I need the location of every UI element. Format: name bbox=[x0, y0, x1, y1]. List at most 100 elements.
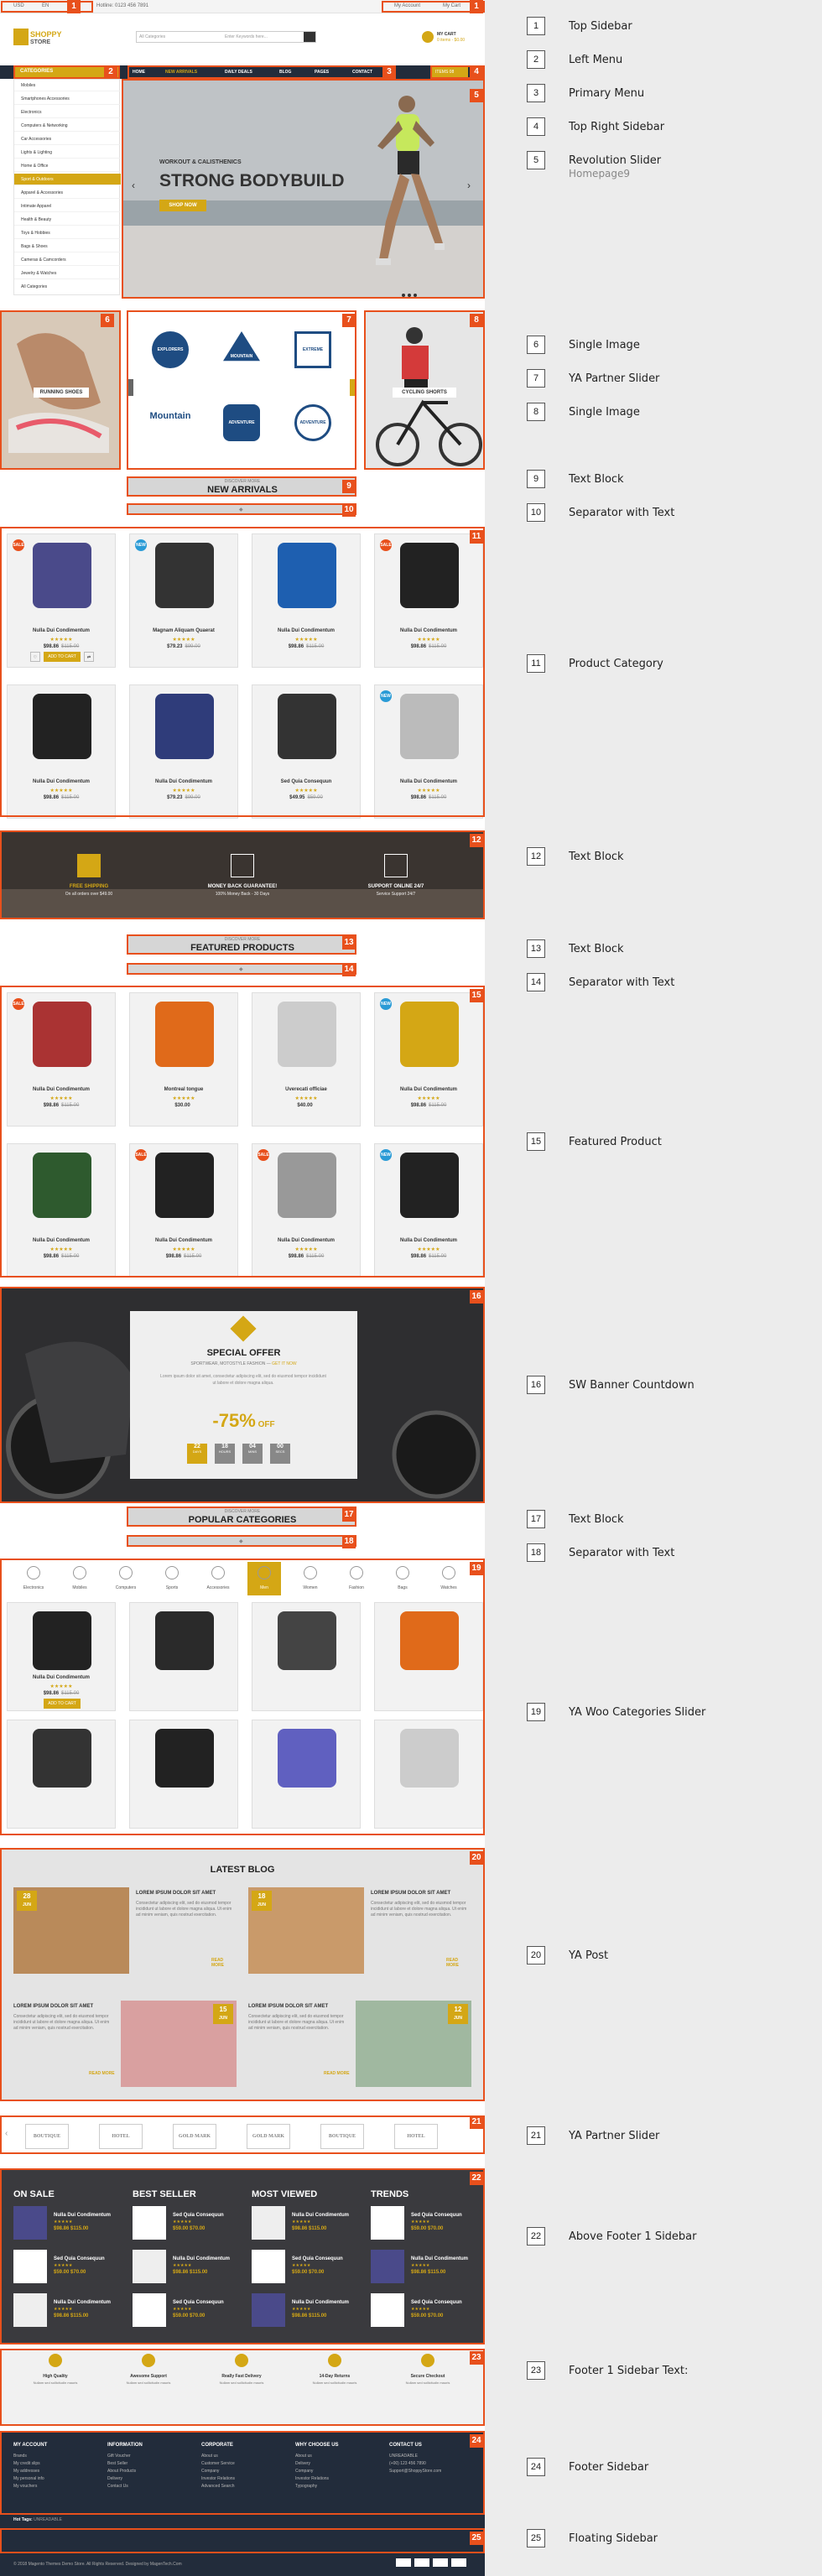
product-image[interactable] bbox=[278, 1153, 336, 1218]
menu-item[interactable]: Mobiles bbox=[14, 80, 121, 91]
product-card[interactable]: NEW Nulla Dui Condimentum ★★★★★ $98.86 $115.… bbox=[374, 992, 483, 1127]
menu-item[interactable]: Apparel & Accessories bbox=[14, 187, 121, 199]
product-card[interactable]: Nulla Dui Condimentum ★★★★★ $98.86 $115.00 bbox=[7, 1143, 116, 1278]
mini-product-image[interactable] bbox=[252, 2250, 285, 2283]
search-bar[interactable]: All Categories Enter Keywords here... bbox=[136, 31, 316, 43]
product-name[interactable]: Montreal tongue bbox=[130, 1087, 237, 1092]
product-image[interactable] bbox=[155, 1729, 214, 1788]
nav-blog[interactable]: BLOG bbox=[279, 70, 291, 75]
product-image[interactable] bbox=[155, 1002, 214, 1067]
footer-link[interactable]: Support@ShoppyStore.com bbox=[389, 2468, 441, 2475]
mini-product-image[interactable] bbox=[371, 2293, 404, 2327]
single-image-cycling[interactable]: CYCLING SHORTS bbox=[364, 310, 485, 470]
menu-item[interactable]: Bags & Shoes bbox=[14, 241, 121, 252]
footer-link[interactable]: My vouchers bbox=[13, 2483, 47, 2490]
menu-item[interactable]: Jewelry & Watches bbox=[14, 268, 121, 279]
product-image[interactable] bbox=[33, 1153, 91, 1218]
product-image[interactable] bbox=[278, 1729, 336, 1788]
footer-link[interactable]: Customer Service bbox=[201, 2460, 235, 2468]
menu-item[interactable]: Cameras & Camcorders bbox=[14, 254, 121, 266]
add-to-cart-button[interactable]: ADD TO CART bbox=[44, 652, 81, 662]
mini-product[interactable]: Nulla Dui Condimentum ★★★★★ $98.86 $115.00 bbox=[13, 2293, 121, 2331]
partner-logo[interactable]: Mountain bbox=[143, 411, 197, 436]
footer-link[interactable]: Typography bbox=[295, 2483, 339, 2490]
product-image[interactable] bbox=[155, 694, 214, 759]
menu-item[interactable]: Smartphones Accessories bbox=[14, 93, 121, 105]
product-card[interactable]: NEW Nulla Dui Condimentum ★★★★★ $98.86 $115.… bbox=[374, 684, 483, 819]
product-name[interactable]: Nulla Dui Condimentum bbox=[8, 1087, 115, 1092]
product-card[interactable]: SALE Nulla Dui Condimentum ★★★★★ $98.86 $115… bbox=[374, 533, 483, 668]
mini-product-image[interactable] bbox=[252, 2293, 285, 2327]
category-product-card[interactable] bbox=[252, 1602, 361, 1711]
mini-product[interactable]: Nulla Dui Condimentum ★★★★★ $98.86 $115.00 bbox=[371, 2250, 478, 2287]
product-image[interactable] bbox=[155, 543, 214, 608]
category-tab[interactable]: Fashion bbox=[340, 1562, 373, 1595]
category-product-card[interactable] bbox=[374, 1602, 483, 1711]
menu-item[interactable]: Lights & Lighting bbox=[14, 147, 121, 159]
mini-product[interactable]: Sed Quia Consequun ★★★★★ $59.00 $70.00 bbox=[133, 2206, 240, 2244]
product-card[interactable]: Uverecati officiae ★★★★★ $40.00 bbox=[252, 992, 361, 1127]
partner-logo[interactable]: GOLD MARK bbox=[247, 2124, 290, 2149]
nav-daily-deals[interactable]: DAILY DEALS bbox=[225, 70, 252, 75]
product-name[interactable]: Nulla Dui Condimentum bbox=[252, 628, 360, 633]
partner-logo[interactable]: GOLD MARK bbox=[173, 2124, 216, 2149]
footer-link[interactable]: Investor Relations bbox=[295, 2475, 339, 2483]
footer-link[interactable]: Advanced Search bbox=[201, 2483, 235, 2490]
category-product-card[interactable]: Nulla Dui Condimentum ★★★★★ $98.86 $115.00 A… bbox=[7, 1602, 116, 1711]
product-card[interactable]: SALE Nulla Dui Condimentum ★★★★★ $98.86 $115… bbox=[7, 992, 116, 1127]
footer-link[interactable]: My addresses bbox=[13, 2468, 47, 2475]
blog-title[interactable]: LOREM IPSUM DOLOR SIT AMET bbox=[371, 1891, 450, 1896]
mini-product-image[interactable] bbox=[133, 2293, 166, 2327]
footer-link[interactable]: About us bbox=[295, 2453, 339, 2460]
slider-dots[interactable] bbox=[402, 290, 419, 299]
mini-product-image[interactable] bbox=[133, 2206, 166, 2240]
read-more-link[interactable]: READ MORE bbox=[324, 2071, 350, 2076]
category-product-card[interactable] bbox=[129, 1602, 238, 1711]
blog-post[interactable]: 18 JUN LOREM IPSUM DOLOR SIT AMET Consectet… bbox=[248, 1887, 471, 1980]
menu-item[interactable]: Electronics bbox=[14, 107, 121, 118]
product-name[interactable]: Uverecati officiae bbox=[252, 1087, 360, 1092]
partner-logo[interactable]: EXPLORERS bbox=[152, 331, 189, 368]
blog-title[interactable]: LOREM IPSUM DOLOR SIT AMET bbox=[13, 2004, 93, 2009]
blog-post[interactable]: 28 JUN LOREM IPSUM DOLOR SIT AMET Consectet… bbox=[13, 1887, 237, 1980]
mini-product[interactable]: Nulla Dui Condimentum ★★★★★ $98.86 $115.00 bbox=[252, 2293, 359, 2331]
product-name[interactable]: Nulla Dui Condimentum bbox=[130, 779, 237, 784]
partner-next-arrow-icon[interactable] bbox=[350, 379, 356, 396]
search-button[interactable] bbox=[304, 32, 315, 42]
mini-product[interactable]: Sed Quia Consequun ★★★★★ $59.00 $70.00 bbox=[13, 2250, 121, 2287]
category-product-card[interactable] bbox=[252, 1720, 361, 1829]
mini-product-name[interactable]: Sed Quia Consequun bbox=[54, 2256, 105, 2261]
slider-shop-now-button[interactable]: SHOP NOW bbox=[159, 200, 206, 211]
currency-select[interactable]: USD bbox=[13, 3, 24, 8]
product-name[interactable]: Nulla Dui Condimentum bbox=[375, 779, 482, 784]
category-tab[interactable]: Bags bbox=[386, 1562, 419, 1595]
read-more-link[interactable]: READ MORE bbox=[446, 1958, 471, 1968]
menu-item-active[interactable]: Sport & Outdoors bbox=[14, 174, 121, 185]
mini-product-name[interactable]: Sed Quia Consequun bbox=[292, 2256, 343, 2261]
product-image[interactable] bbox=[400, 1611, 459, 1670]
product-name[interactable]: Nulla Dui Condimentum bbox=[8, 1675, 115, 1680]
mini-product[interactable]: Sed Quia Consequun ★★★★★ $59.00 $70.00 bbox=[371, 2293, 478, 2331]
mini-product-image[interactable] bbox=[252, 2206, 285, 2240]
partner-logo[interactable]: EXTREME bbox=[294, 331, 331, 368]
partner-logo[interactable]: MOUNTAIN bbox=[223, 331, 260, 362]
product-card[interactable]: Nulla Dui Condimentum ★★★★★ $98.86 $115.00 bbox=[252, 533, 361, 668]
nav-new-arrivals[interactable]: NEW ARRIVALS bbox=[165, 70, 197, 75]
footer-link[interactable]: My credit slips bbox=[13, 2460, 47, 2468]
category-product-card[interactable] bbox=[129, 1720, 238, 1829]
nav-pages[interactable]: PAGES bbox=[315, 70, 329, 75]
nav-contact[interactable]: CONTACT bbox=[352, 70, 372, 75]
product-name[interactable]: Nulla Dui Condimentum bbox=[8, 628, 115, 633]
mini-product-image[interactable] bbox=[13, 2293, 47, 2327]
product-name[interactable]: Magnam Aliquam Quaerat bbox=[130, 628, 237, 633]
footer-link[interactable]: UNREADABLE bbox=[389, 2453, 441, 2460]
mini-product-name[interactable]: Sed Quia Consequun bbox=[173, 2213, 224, 2218]
product-image[interactable] bbox=[33, 1729, 91, 1788]
product-image[interactable] bbox=[33, 543, 91, 608]
footer-link[interactable]: Delivery bbox=[107, 2475, 143, 2483]
mini-product-image[interactable] bbox=[371, 2250, 404, 2283]
product-card[interactable]: SALE Nulla Dui Condimentum ★★★★★ $98.86 $115… bbox=[252, 1143, 361, 1278]
blog-title[interactable]: LOREM IPSUM DOLOR SIT AMET bbox=[136, 1891, 216, 1896]
mini-product-name[interactable]: Nulla Dui Condimentum bbox=[54, 2213, 111, 2218]
product-image[interactable] bbox=[278, 694, 336, 759]
